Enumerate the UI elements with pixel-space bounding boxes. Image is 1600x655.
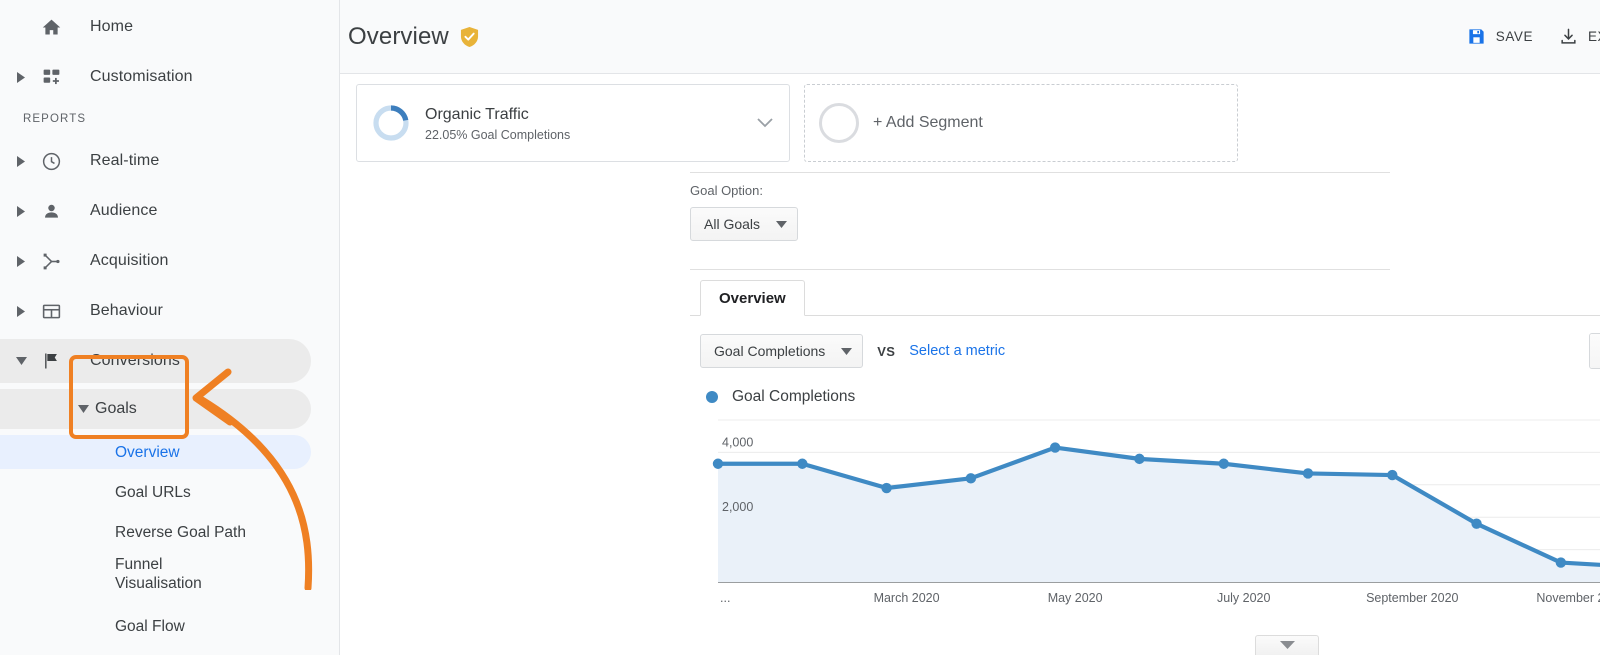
add-segment-label: + Add Segment xyxy=(873,114,983,132)
top-bar: Overview SAVE xyxy=(340,0,1600,74)
person-icon xyxy=(34,201,68,222)
save-icon xyxy=(1467,27,1486,46)
sidebar-item-audience-label: Audience xyxy=(90,202,158,220)
page-title: Overview xyxy=(348,23,449,51)
svg-text:May 2020: May 2020 xyxy=(1048,591,1103,605)
save-label: SAVE xyxy=(1496,29,1533,44)
segment-bar: Organic Traffic 22.05% Goal Completions … xyxy=(340,74,1600,172)
sidebar-subitem-goal-flow-label: Goal Flow xyxy=(115,617,185,636)
chevron-right-icon[interactable] xyxy=(8,256,34,267)
caret-down-icon[interactable] xyxy=(8,357,34,366)
legend-dot-icon xyxy=(706,391,718,403)
goal-completions-line-chart[interactable]: 2,000 4,000... March 2020 May 2020 July 2020… xyxy=(700,410,1600,610)
sidebar-subitem-overview-label: Overview xyxy=(115,443,180,462)
verified-shield-icon xyxy=(460,26,479,48)
sidebar-item-customisation[interactable]: Customisation xyxy=(0,52,339,102)
chart-controls: Goal Completions VS Select a metric Hour… xyxy=(700,332,1600,370)
sidebar-item-behaviour-label: Behaviour xyxy=(90,302,163,320)
vs-label: VS xyxy=(877,344,895,359)
sidebar-item-behaviour[interactable]: Behaviour xyxy=(0,286,339,336)
sidebar-subitem-overview[interactable]: Overview xyxy=(0,432,339,472)
svg-text:2,000: 2,000 xyxy=(722,500,753,514)
segment-donut-icon xyxy=(371,103,411,143)
sidebar-item-customisation-label: Customisation xyxy=(90,68,193,86)
segment-texts: Organic Traffic 22.05% Goal Completions xyxy=(425,105,755,142)
empty-segment-ring-icon xyxy=(819,103,859,143)
goal-option-value: All Goals xyxy=(704,216,760,232)
sidebar-section-reports: REPORTS xyxy=(0,102,339,136)
tab-strip: Overview xyxy=(690,280,1600,316)
sidebar-item-real-time-label: Real-time xyxy=(90,152,159,170)
tab-overview[interactable]: Overview xyxy=(700,280,805,316)
behaviour-icon xyxy=(34,301,68,322)
metric-select-value: Goal Completions xyxy=(714,343,825,359)
caret-down-icon xyxy=(841,348,852,355)
sidebar-subitem-reverse-goal-path[interactable]: Reverse Goal Path xyxy=(0,512,339,552)
sidebar-item-acquisition-label: Acquisition xyxy=(90,252,168,270)
metric-select[interactable]: Goal Completions xyxy=(700,334,863,368)
svg-text:March 2020: March 2020 xyxy=(874,591,940,605)
sidebar-item-home-label: Home xyxy=(90,18,133,36)
chevron-right-icon[interactable] xyxy=(8,306,34,317)
segment-subtitle: 22.05% Goal Completions xyxy=(425,128,755,142)
export-label: EXPORT xyxy=(1588,29,1600,44)
acquisition-icon xyxy=(34,251,68,272)
sidebar-item-conversions-label: Conversions xyxy=(90,352,180,370)
chart-legend: Goal Completions xyxy=(706,388,1600,406)
sidebar-subitem-goal-flow[interactable]: Goal Flow xyxy=(0,606,339,646)
goal-option-label: Goal Option: xyxy=(690,183,1390,198)
svg-text:September 2020: September 2020 xyxy=(1366,591,1458,605)
sidebar-subitem-goal-urls[interactable]: Goal URLs xyxy=(0,472,339,512)
chevron-down-icon[interactable] xyxy=(755,118,775,128)
segment-title: Organic Traffic xyxy=(425,105,755,125)
granularity-toggle-group: Hourly Day Week Month xyxy=(1589,333,1600,369)
sidebar-item-goals-label: Goals xyxy=(95,400,137,418)
sidebar-item-goals[interactable]: Goals xyxy=(0,386,339,432)
sidebar-subitem-funnel-visualisation-label: Funnel Visualisation xyxy=(115,555,235,593)
chevron-right-icon[interactable] xyxy=(8,206,34,217)
goal-option-select[interactable]: All Goals xyxy=(690,207,798,241)
legend-label: Goal Completions xyxy=(732,388,855,406)
chart-collapse-handle[interactable] xyxy=(1255,635,1319,655)
sidebar-subitem-goal-urls-label: Goal URLs xyxy=(115,483,191,502)
caret-down-icon[interactable] xyxy=(78,405,89,414)
chevron-down-icon xyxy=(1280,641,1295,650)
home-icon xyxy=(34,17,68,38)
save-button[interactable]: SAVE xyxy=(1467,27,1533,46)
svg-text:July 2020: July 2020 xyxy=(1217,591,1271,605)
tab-overview-label: Overview xyxy=(719,290,786,307)
add-segment-button[interactable]: + Add Segment xyxy=(804,84,1238,162)
caret-down-icon xyxy=(776,221,787,228)
applied-segment-card[interactable]: Organic Traffic 22.05% Goal Completions xyxy=(356,84,790,162)
chart-svg: 2,000 4,000... March 2020 May 2020 July 2020… xyxy=(700,410,1600,610)
sidebar-item-real-time[interactable]: Real-time xyxy=(0,136,339,186)
svg-text:...: ... xyxy=(720,591,730,605)
sidebar-subitem-reverse-goal-path-label: Reverse Goal Path xyxy=(115,523,246,542)
goal-option-bar: Goal Option: All Goals xyxy=(690,172,1390,270)
main-content: Overview SAVE xyxy=(340,0,1600,655)
flag-icon xyxy=(34,351,68,371)
sidebar-item-acquisition[interactable]: Acquisition xyxy=(0,236,339,286)
chevron-right-icon[interactable] xyxy=(8,156,34,167)
select-a-metric-link[interactable]: Select a metric xyxy=(909,343,1005,359)
sidebar-item-home[interactable]: Home xyxy=(0,2,339,52)
sidebar-item-audience[interactable]: Audience xyxy=(0,186,339,236)
sidebar-item-conversions[interactable]: Conversions xyxy=(0,336,339,386)
svg-text:November 2020: November 2020 xyxy=(1536,591,1600,605)
clock-icon xyxy=(34,151,68,172)
export-button[interactable]: EXPORT xyxy=(1559,27,1600,46)
chevron-right-icon[interactable] xyxy=(8,72,34,83)
customisation-icon xyxy=(34,67,68,88)
sidebar: Home Customisation REPORTS xyxy=(0,0,340,655)
sidebar-subitem-funnel-visualisation[interactable]: Funnel Visualisation xyxy=(0,552,339,606)
export-icon xyxy=(1559,27,1578,46)
svg-text:4,000: 4,000 xyxy=(722,435,753,449)
granularity-hourly[interactable]: Hourly xyxy=(1590,334,1600,368)
